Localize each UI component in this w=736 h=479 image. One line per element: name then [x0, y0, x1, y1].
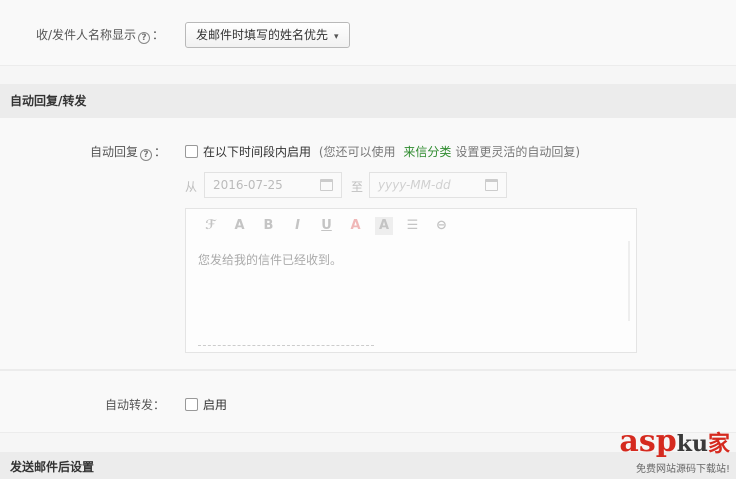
- underline-icon[interactable]: U: [312, 217, 341, 235]
- italic-icon[interactable]: I: [283, 217, 312, 235]
- auto-forward-checkbox[interactable]: [185, 398, 198, 411]
- to-label: 至: [351, 180, 364, 194]
- colon: ：: [154, 145, 167, 159]
- settings-page: 收/发件人名称显示?： 发邮件时填写的姓名优先 ▾ 自动回复/转发 自动回复?： …: [0, 0, 736, 479]
- sender-display-selected: 发邮件时填写的姓名优先: [196, 28, 329, 42]
- auto-section-header: 自动回复/转发: [0, 84, 736, 118]
- after-send-section-title: 发送邮件后设置: [10, 460, 95, 474]
- auto-reply-enable-text: 在以下时间段内启用: [203, 145, 312, 159]
- auto-reply-label-text: 自动回复: [90, 145, 139, 159]
- watermark-brand-c: 家: [707, 431, 730, 457]
- from-date-value: 2016-07-25: [213, 178, 283, 192]
- to-date-placeholder: yyyy-MM-dd: [378, 178, 451, 192]
- from-label: 从: [185, 180, 198, 194]
- background-color-icon[interactable]: A: [375, 217, 393, 235]
- mail-category-link[interactable]: 来信分类: [403, 145, 451, 159]
- align-icon[interactable]: ☰: [398, 217, 427, 235]
- signature-divider: [198, 345, 374, 346]
- auto-forward-enable-text: 启用: [203, 398, 228, 412]
- calendar-icon[interactable]: [485, 179, 498, 191]
- auto-reply-option: 在以下时间段内启用 (您还可以使用 来信分类 设置更灵活的自动回复): [185, 143, 580, 160]
- auto-reply-hint-suffix: 设置更灵活的自动回复): [455, 145, 581, 159]
- watermark-brand-a: asp: [619, 424, 677, 459]
- watermark-logo: aspku家 免费网站源码下载站!: [619, 426, 730, 476]
- link-icon[interactable]: ⊖: [427, 217, 456, 235]
- auto-reply-hint-prefix: (您还可以使用: [318, 145, 396, 159]
- calendar-icon[interactable]: [320, 179, 333, 191]
- auto-reply-label: 自动回复?：: [90, 143, 166, 161]
- font-icon[interactable]: ℱ: [196, 217, 225, 235]
- auto-section-title: 自动回复/转发: [10, 94, 87, 108]
- font-size-icon[interactable]: A: [225, 217, 254, 235]
- sender-display-label: 收/发件人名称显示?：: [36, 26, 164, 44]
- editor-scrollbar[interactable]: [628, 241, 630, 321]
- colon: ：: [153, 398, 166, 412]
- auto-forward-option: 启用: [185, 396, 227, 413]
- font-color-icon[interactable]: A: [341, 217, 370, 235]
- to-date-input[interactable]: yyyy-MM-dd: [369, 172, 507, 198]
- chevron-down-icon: ▾: [334, 32, 339, 42]
- sender-display-label-text: 收/发件人名称显示: [36, 28, 137, 42]
- help-icon[interactable]: ?: [140, 149, 153, 161]
- watermark-brand: aspku家: [619, 426, 730, 460]
- auto-reply-checkbox[interactable]: [185, 145, 198, 158]
- colon: ：: [152, 28, 165, 42]
- watermark-brand-b: ku: [676, 431, 708, 457]
- from-date-input[interactable]: 2016-07-25: [204, 172, 342, 198]
- sender-display-select[interactable]: 发邮件时填写的姓名优先 ▾: [185, 22, 350, 48]
- watermark-sub: 免费网站源码下载站!: [635, 464, 730, 475]
- auto-reply-editor[interactable]: ℱ A B I U A A ☰ ⊖ 您发给我的信件已经收到。: [185, 208, 637, 353]
- auto-forward-label-text: 自动转发: [105, 398, 154, 412]
- auto-reply-body[interactable]: 您发给我的信件已经收到。: [198, 251, 342, 268]
- help-icon[interactable]: ?: [138, 32, 151, 44]
- bold-icon[interactable]: B: [254, 217, 283, 235]
- editor-toolbar: ℱ A B I U A A ☰ ⊖: [196, 217, 456, 237]
- auto-forward-label: 自动转发：: [105, 396, 165, 413]
